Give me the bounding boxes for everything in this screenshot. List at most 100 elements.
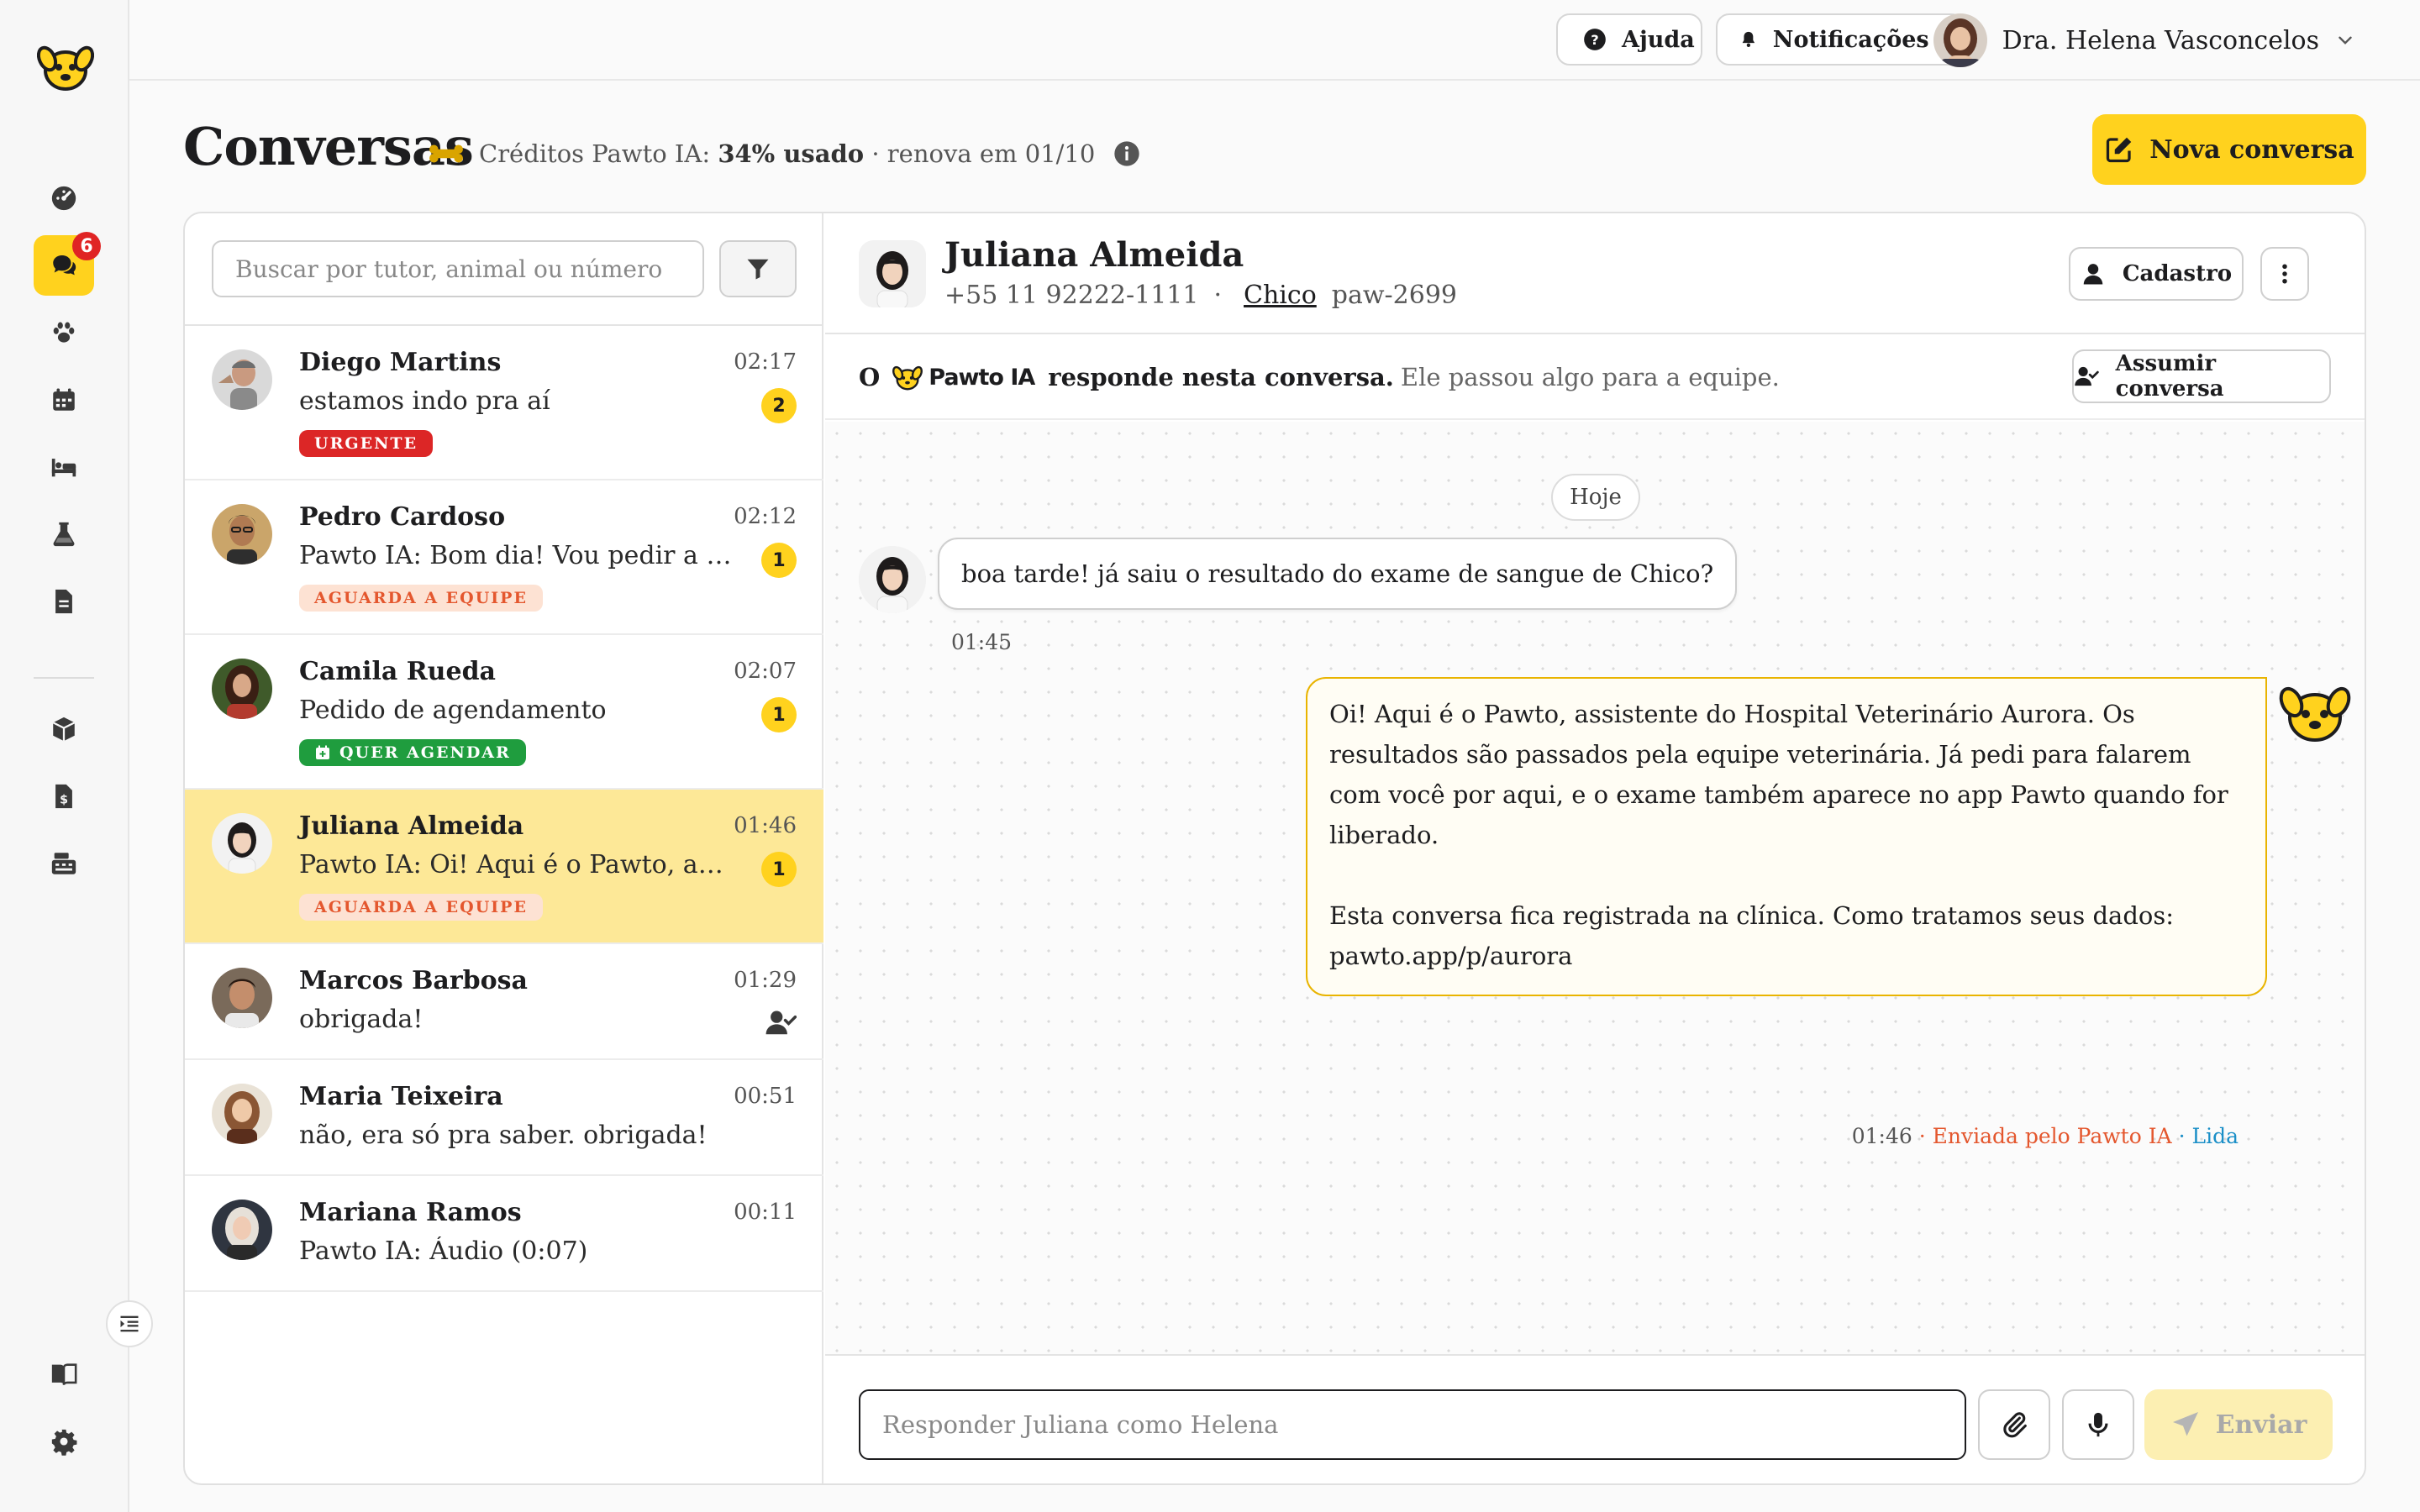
nav-inventory[interactable] bbox=[34, 699, 94, 759]
credits-used: 34% usado bbox=[718, 139, 865, 168]
nav-patients[interactable] bbox=[34, 302, 94, 363]
conversation-list: Buscar por tutor, animal ou número Diego… bbox=[185, 213, 823, 1483]
new-conversation-button[interactable]: Nova conversa bbox=[2092, 114, 2366, 185]
incoming-message-text: boa tarde! já saiu o resultado do exame … bbox=[961, 559, 1714, 588]
incoming-message: boa tarde! já saiu o resultado do exame … bbox=[938, 538, 1738, 610]
nav-settings[interactable] bbox=[34, 1411, 94, 1472]
conversation-time: 01:29 bbox=[734, 968, 797, 993]
incoming-message-time: 01:45 bbox=[951, 630, 1013, 654]
pawto-dog-icon bbox=[892, 365, 923, 391]
separator-dot: · bbox=[1213, 281, 1223, 310]
day-separator: Hoje bbox=[1551, 474, 1640, 521]
unread-count: 2 bbox=[761, 388, 797, 423]
nav-guide[interactable] bbox=[34, 1344, 94, 1404]
conversation-preview: Pawto IA: Oi! Aqui é o Pawto, assiste... bbox=[299, 850, 736, 879]
dashboard-icon bbox=[51, 186, 76, 211]
nav-cashier[interactable] bbox=[34, 833, 94, 894]
conversation-item[interactable]: Mariana Ramos 00:11 Pawto IA: Áudio (0:0… bbox=[185, 1176, 823, 1292]
invoice-icon: $ bbox=[55, 784, 72, 809]
topbar: ? Ajuda Notificações 7 Dra. Helena Vasco… bbox=[129, 0, 2420, 81]
banner-bold: responde nesta conversa. bbox=[1048, 363, 1394, 391]
conversation-preview: Pawto IA: Bom dia! Vou pedir a atuali... bbox=[299, 541, 736, 570]
conversation-item-active[interactable]: Juliana Almeida 01:46 Pawto IA: Oi! Aqui… bbox=[185, 790, 823, 944]
voice-button[interactable] bbox=[2062, 1389, 2134, 1460]
conversation-time: 02:07 bbox=[734, 659, 797, 684]
document-icon bbox=[55, 589, 72, 614]
avatar bbox=[212, 1200, 272, 1260]
status-tag-label: AGUARDA A EQUIPE bbox=[314, 589, 528, 607]
status-tag-label: QUER AGENDAR bbox=[339, 743, 511, 762]
outgoing-message-paragraph: Esta conversa fica registrada na clínica… bbox=[1329, 901, 2174, 970]
edit-icon bbox=[2107, 137, 2132, 163]
conversation-item[interactable]: Marcos Barbosa 01:29 obrigada! bbox=[185, 944, 823, 1060]
paw-icon bbox=[53, 322, 75, 343]
help-button[interactable]: ? Ajuda bbox=[1556, 13, 1702, 66]
avatar bbox=[212, 813, 272, 874]
profile-label: Cadastro bbox=[2122, 261, 2233, 286]
conversation-time: 00:51 bbox=[734, 1084, 797, 1109]
nav-conversations[interactable]: 6 bbox=[34, 232, 101, 296]
conversation-item[interactable]: Diego Martins 02:17 estamos indo pra aí … bbox=[185, 326, 823, 480]
more-vertical-icon bbox=[2282, 264, 2287, 284]
avatar bbox=[212, 1084, 272, 1144]
new-conversation-label: Nova conversa bbox=[2149, 134, 2354, 165]
conversations-badge: 6 bbox=[72, 232, 101, 260]
conversation-item[interactable]: Camila Rueda 02:07 Pedido de agendamento… bbox=[185, 635, 823, 790]
conversation-name: Juliana Almeida bbox=[299, 811, 524, 841]
notifications-button[interactable]: Notificações 7 bbox=[1716, 13, 1965, 66]
conversation-time: 01:46 bbox=[734, 813, 797, 838]
banner-prefix: O bbox=[859, 363, 881, 391]
chat-icon bbox=[53, 255, 76, 276]
user-menu[interactable]: Dra. Helena Vasconcelos bbox=[1933, 12, 2356, 69]
assigned-user-icon bbox=[765, 1011, 797, 1035]
bed-icon bbox=[51, 459, 76, 477]
chat-pane: Juliana Almeida +55 11 92222-1111 · Chic… bbox=[825, 213, 2365, 1483]
unread-count: 1 bbox=[761, 697, 797, 732]
status-tag-wants-appointment: QUER AGENDAR bbox=[299, 739, 526, 766]
microphone-icon bbox=[2088, 1412, 2108, 1437]
user-check-icon bbox=[2075, 366, 2099, 386]
conversation-item[interactable]: Pedro Cardoso 02:12 Pawto IA: Bom dia! V… bbox=[185, 480, 823, 635]
pawto-logo[interactable] bbox=[36, 37, 95, 96]
filter-icon bbox=[747, 259, 769, 280]
pet-link[interactable]: Chico bbox=[1244, 281, 1317, 310]
profile-button[interactable]: Cadastro bbox=[2069, 247, 2244, 301]
attach-button[interactable] bbox=[1978, 1389, 2050, 1460]
contact-phone: +55 11 92222-1111 bbox=[944, 281, 1199, 310]
help-icon: ? bbox=[1584, 29, 1606, 50]
nav-dashboard[interactable] bbox=[34, 168, 94, 228]
filter-button[interactable] bbox=[719, 240, 797, 297]
contact-avatar bbox=[859, 240, 926, 307]
conversation-time: 02:17 bbox=[734, 349, 797, 375]
conversation-item[interactable]: Maria Teixeira 00:51 não, era só pra sab… bbox=[185, 1060, 823, 1176]
conversation-name: Maria Teixeira bbox=[299, 1082, 503, 1111]
status-tag-awaiting-team: AGUARDA A EQUIPE bbox=[299, 585, 543, 612]
take-over-label: Assumir conversa bbox=[2115, 351, 2224, 402]
conversation-name: Diego Martins bbox=[299, 348, 502, 377]
send-label: Enviar bbox=[2215, 1410, 2307, 1440]
nav-lab[interactable] bbox=[34, 504, 94, 564]
info-icon[interactable] bbox=[1113, 140, 1140, 167]
credits-prefix: Créditos Pawto IA: bbox=[479, 139, 711, 168]
status-tag-label: AGUARDA A EQUIPE bbox=[314, 898, 528, 916]
nav-hospitalization[interactable] bbox=[34, 437, 94, 497]
conversation-preview: obrigada! bbox=[299, 1005, 424, 1034]
take-over-button[interactable]: Assumir conversa bbox=[2072, 349, 2331, 403]
nav-billing[interactable]: $ bbox=[34, 766, 94, 827]
send-button[interactable]: Enviar bbox=[2144, 1389, 2333, 1460]
calendar-icon bbox=[53, 388, 75, 411]
more-options-button[interactable] bbox=[2260, 247, 2309, 301]
conversation-preview: estamos indo pra aí bbox=[299, 386, 550, 416]
nav-documents[interactable] bbox=[34, 571, 94, 632]
search-input[interactable]: Buscar por tutor, animal ou número bbox=[212, 240, 704, 297]
contact-details: +55 11 92222-1111 · Chico paw-2699 bbox=[944, 281, 1457, 310]
nav-calendar[interactable] bbox=[34, 370, 94, 430]
outgoing-message-paragraph: Oi! Aqui é o Pawto, assistente do Hospit… bbox=[1329, 700, 2228, 849]
banner-brand: Pawto IA bbox=[929, 364, 1035, 391]
user-icon bbox=[2083, 264, 2103, 285]
reply-input[interactable]: Responder Juliana como Helena bbox=[859, 1389, 1966, 1460]
avatar bbox=[212, 659, 272, 719]
unread-count: 1 bbox=[761, 852, 797, 887]
collapse-sidebar-button[interactable] bbox=[106, 1300, 153, 1347]
search-placeholder: Buscar por tutor, animal ou número bbox=[235, 255, 663, 283]
